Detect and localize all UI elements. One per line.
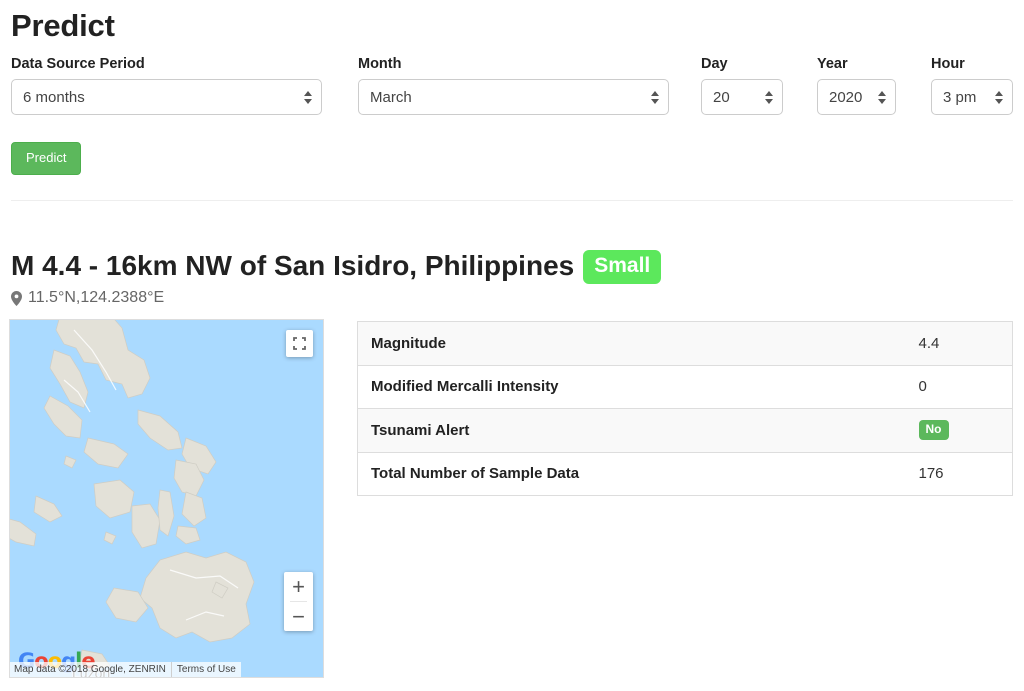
select-year[interactable]: 2020 [817, 79, 896, 115]
row-key: Total Number of Sample Data [357, 451, 906, 496]
select-hour[interactable]: 3 pm [931, 79, 1013, 115]
map-attribution-text: Map data ©2018 Google, ZENRIN [10, 662, 171, 677]
chevron-updown-icon [764, 88, 773, 106]
row-key: Tsunami Alert [357, 408, 906, 452]
chevron-updown-icon [994, 88, 1003, 106]
chevron-updown-icon [650, 88, 659, 106]
label-day: Day [701, 56, 728, 72]
label-year: Year [817, 56, 848, 72]
map-terms-link[interactable]: Terms of Use [170, 662, 241, 677]
map-zoom-in-button[interactable]: + [284, 572, 313, 601]
select-data-source-period[interactable]: 6 months [11, 79, 322, 115]
select-month-value: March [370, 88, 412, 106]
coordinates-text: 11.5°N,124.2388°E [28, 289, 165, 306]
field-month: Month March [358, 55, 669, 115]
earthquake-info-table: Magnitude 4.4 Modified Mercalli Intensit… [357, 321, 1013, 496]
predict-page: Predict Data Source Period 6 months Mont… [0, 0, 1024, 691]
select-day[interactable]: 20 [701, 79, 783, 115]
field-hour: Hour 3 pm [931, 55, 1013, 115]
table-row: Tsunami Alert No [357, 408, 1013, 452]
field-year: Year 2020 [817, 55, 896, 115]
earthquake-title-text: M 4.4 - 16km NW of San Isidro, Philippin… [11, 250, 575, 281]
location-map[interactable]: Luzon Manila Philippines Panay Cebu Negr… [9, 319, 324, 678]
label-month: Month [358, 56, 402, 72]
section-divider [11, 200, 1013, 201]
row-value: 176 [905, 451, 1013, 496]
page-title: Predict [11, 8, 115, 43]
chevron-updown-icon [877, 88, 886, 106]
row-value: 4.4 [905, 321, 1013, 365]
label-data-source-period: Data Source Period [11, 56, 145, 72]
select-year-value: 2020 [829, 88, 863, 106]
chevron-updown-icon [303, 88, 312, 106]
row-value: 0 [905, 364, 1013, 409]
label-hour: Hour [931, 56, 965, 72]
coordinates: 11.5°N,124.2388°E [11, 287, 164, 309]
predict-button[interactable]: Predict [11, 142, 82, 175]
field-data-source-period: Data Source Period 6 months [11, 55, 322, 115]
table-row: Modified Mercalli Intensity 0 [357, 364, 1013, 409]
earthquake-title: M 4.4 - 16km NW of San Isidro, Philippin… [11, 248, 662, 284]
tsunami-alert-badge: No [918, 420, 949, 441]
map-fullscreen-button[interactable] [286, 330, 313, 357]
map-zoom-out-button[interactable]: − [284, 602, 313, 631]
field-day: Day 20 [701, 55, 783, 115]
select-day-value: 20 [713, 88, 730, 106]
row-key: Modified Mercalli Intensity [357, 364, 906, 409]
location-pin-icon [11, 290, 22, 306]
map-zoom-controls[interactable]: + − [284, 572, 313, 631]
map-canvas [10, 320, 323, 677]
select-data-source-period-value: 6 months [23, 88, 85, 106]
row-value: No [905, 408, 1013, 452]
row-key: Magnitude [357, 321, 906, 365]
severity-badge: Small [583, 250, 662, 284]
fullscreen-icon [293, 337, 306, 350]
map-attribution-bar: Map data ©2018 Google, ZENRIN Terms of U… [10, 662, 241, 677]
table-row: Total Number of Sample Data 176 [357, 451, 1013, 496]
prediction-form: Data Source Period 6 months Month March … [0, 55, 1024, 130]
select-hour-value: 3 pm [943, 88, 977, 106]
select-month[interactable]: March [358, 79, 669, 115]
table-row: Magnitude 4.4 [357, 321, 1013, 365]
